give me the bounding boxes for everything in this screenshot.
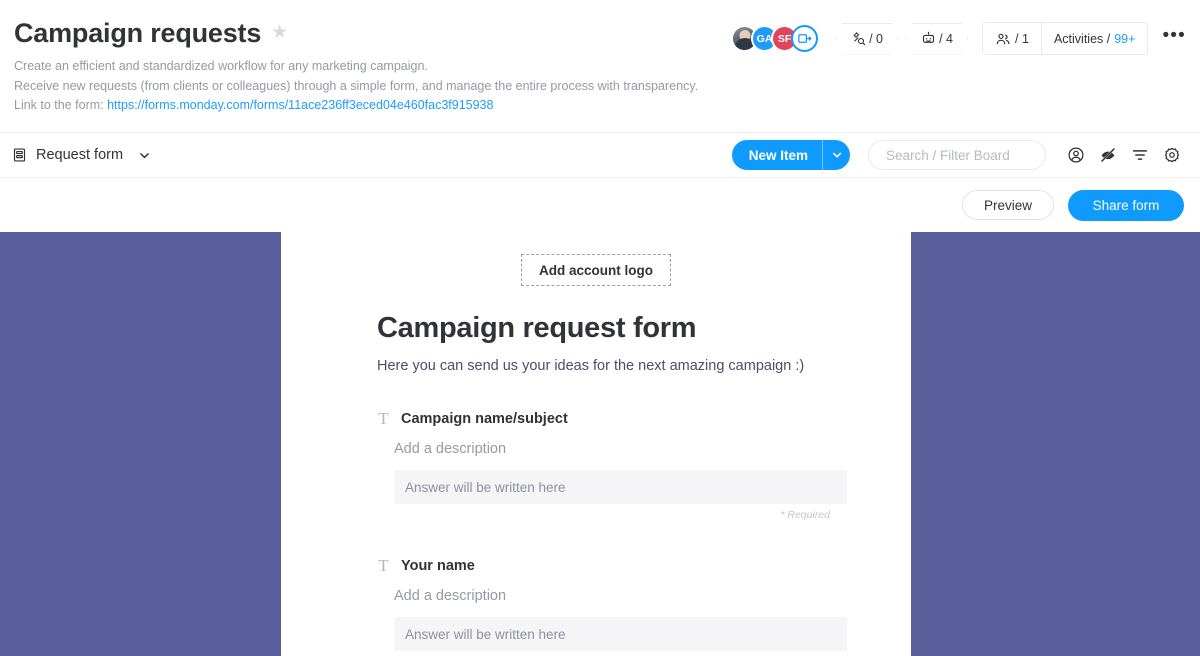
person-filter-icon xyxy=(1068,147,1084,163)
search-input[interactable] xyxy=(884,146,1030,164)
form-panel: Add account logo Campaign request form H… xyxy=(281,232,911,656)
field-answer-placeholder[interactable]: Answer will be written here xyxy=(394,470,847,504)
chevron-down-icon xyxy=(832,152,841,158)
automations-robot-icon xyxy=(923,31,935,43)
people-icon xyxy=(996,33,1010,44)
filter-icon xyxy=(1132,150,1148,160)
person-filter-button[interactable] xyxy=(1060,139,1092,171)
board-members-cell[interactable]: / 1 xyxy=(983,23,1041,54)
automations-count: / 4 xyxy=(939,31,953,46)
view-toolbar: Request form New Item xyxy=(0,132,1200,178)
avatar-initials: SF xyxy=(777,32,792,45)
settings-gear-icon xyxy=(1164,147,1180,163)
field-description-placeholder[interactable]: Add a description xyxy=(394,588,847,604)
hide-eye-slash-icon xyxy=(1100,147,1116,163)
board-header: Campaign requests ★ Create an efficient … xyxy=(0,0,1200,132)
activities-label: Activities / xyxy=(1053,31,1111,46)
text-type-icon: T xyxy=(378,556,389,575)
board-description-line-3: Link to the form: https://forms.monday.c… xyxy=(14,96,1184,116)
board-description-line-1: Create an efficient and standardized wor… xyxy=(14,59,428,73)
automations-badge[interactable]: / 4 xyxy=(906,22,969,55)
share-form-button[interactable]: Share form xyxy=(1068,189,1184,221)
tab-request-form[interactable]: Request form xyxy=(12,147,150,163)
page-title: Campaign requests xyxy=(14,18,262,48)
text-type-icon: T xyxy=(378,409,389,428)
invite-member-icon xyxy=(798,34,812,43)
new-item-button[interactable]: New Item xyxy=(731,140,850,170)
add-account-logo-button[interactable]: Add account logo xyxy=(521,254,671,286)
filter-button[interactable] xyxy=(1124,139,1156,171)
board-members-count: / 1 xyxy=(1015,31,1029,46)
field-description-placeholder[interactable]: Add a description xyxy=(394,441,847,457)
header-right-cluster: GA SF / 0 / 4 / 1 Activities / 99+ ••• xyxy=(731,22,1190,55)
form-body: Campaign request form Here you can send … xyxy=(281,312,911,651)
toolbar-right-group: New Item xyxy=(731,133,1188,177)
board-description: Create an efficient and standardized wor… xyxy=(14,57,1184,116)
activities-cell[interactable]: Activities / 99+ xyxy=(1040,23,1147,54)
board-view-icon xyxy=(13,148,26,162)
integrations-icon xyxy=(853,32,866,46)
avatar-initials: GA xyxy=(756,32,773,45)
form-description[interactable]: Here you can send us your ideas for the … xyxy=(377,358,847,374)
field-header: T Your name xyxy=(377,557,847,574)
form-field-your-name: T Your name Add a description Answer wil… xyxy=(377,557,847,651)
board-settings-button[interactable] xyxy=(1156,139,1188,171)
preview-button[interactable]: Preview xyxy=(962,190,1054,220)
chevron-down-icon xyxy=(140,152,149,158)
integrations-count: / 0 xyxy=(869,31,883,46)
members-activities-pill-group: / 1 Activities / 99+ xyxy=(982,22,1149,55)
tab-request-form-label: Request form xyxy=(36,147,124,163)
field-header: T Campaign name/subject xyxy=(377,410,847,427)
form-field-campaign-name: T Campaign name/subject Add a descriptio… xyxy=(377,410,847,521)
form-title[interactable]: Campaign request form xyxy=(377,312,847,345)
form-link[interactable]: https://forms.monday.com/forms/11ace236f… xyxy=(107,98,493,112)
avatar-group: GA SF xyxy=(731,25,819,52)
star-icon[interactable]: ★ xyxy=(271,23,288,44)
field-required-note: * Required xyxy=(780,509,830,521)
activities-count: 99+ xyxy=(1114,31,1136,46)
link-prefix-label: Link to the form: xyxy=(14,98,108,112)
field-label[interactable]: Campaign name/subject xyxy=(401,411,568,427)
search-filter-board[interactable] xyxy=(868,140,1046,170)
integrations-badge[interactable]: / 0 xyxy=(836,22,899,55)
new-item-label: New Item xyxy=(748,147,808,163)
hide-columns-button[interactable] xyxy=(1092,139,1124,171)
board-more-menu-icon[interactable]: ••• xyxy=(1162,26,1186,47)
board-description-line-2: Receive new requests (from clients or co… xyxy=(14,78,699,93)
new-item-dropdown-toggle[interactable] xyxy=(822,140,850,170)
avatar-invite-more[interactable] xyxy=(791,25,819,52)
form-canvas: Add account logo Campaign request form H… xyxy=(0,232,1200,656)
form-action-bar: Preview Share form xyxy=(0,178,1200,232)
field-label[interactable]: Your name xyxy=(401,558,475,574)
field-answer-placeholder[interactable]: Answer will be written here xyxy=(394,617,847,651)
